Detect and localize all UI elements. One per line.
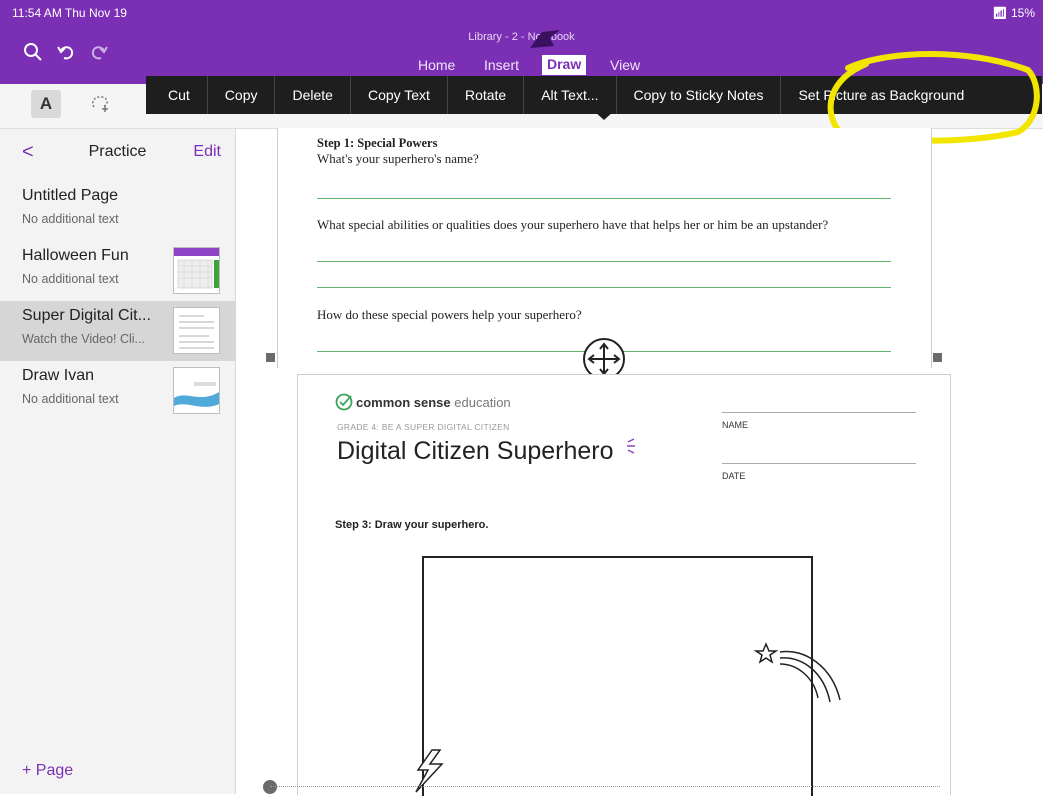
annotation-arrow-icon: [530, 30, 560, 48]
lasso-select-icon[interactable]: [88, 93, 112, 117]
page-item-title: Draw Ivan: [22, 367, 95, 384]
page-item-subtitle: Watch the Video! Cli...: [22, 332, 145, 346]
tab-view[interactable]: View: [610, 57, 640, 73]
page-list-sidebar: < Practice Edit Untitled Page No additio…: [0, 129, 236, 794]
step1-title: Step 1: Special Powers: [317, 136, 438, 150]
text-tool-button[interactable]: A: [31, 90, 61, 118]
edit-button[interactable]: Edit: [193, 143, 221, 161]
checkmark-logo-icon: [335, 393, 353, 411]
menu-cut[interactable]: Cut: [146, 76, 207, 114]
page-item-subtitle: No additional text: [22, 272, 119, 286]
page-item-subtitle: No additional text: [22, 392, 119, 406]
menu-copy-text[interactable]: Copy Text: [349, 76, 447, 114]
page-thumbnail: [173, 307, 220, 354]
battery-level: 15%: [1010, 6, 1035, 20]
page-item-untitled[interactable]: Untitled Page No additional text: [0, 181, 235, 241]
add-page-button[interactable]: + Page: [22, 762, 73, 780]
form-line: [722, 463, 916, 464]
menu-copy[interactable]: Copy: [206, 76, 275, 114]
name-label: NAME: [722, 420, 749, 430]
menu-copy-to-sticky-notes[interactable]: Copy to Sticky Notes: [615, 76, 781, 114]
wifi-icon: 📶︎: [992, 6, 1008, 20]
page-item-halloween-fun[interactable]: Halloween Fun No additional text: [0, 241, 235, 301]
form-line: [722, 412, 916, 413]
tab-home[interactable]: Home: [418, 57, 455, 73]
page-thumbnail: [173, 247, 220, 294]
question-superhero-name: What's your superhero's name?: [317, 151, 479, 166]
menu-alt-text[interactable]: Alt Text...: [523, 76, 615, 114]
answer-line: [317, 287, 891, 288]
answer-line: [317, 261, 891, 262]
selection-bottom-edge: [270, 786, 940, 788]
worksheet-title: Digital Citizen Superhero: [337, 437, 638, 466]
brand-name: common sense education: [356, 395, 511, 410]
page-item-super-digital-citizen[interactable]: Super Digital Cit... Watch the Video! Cl…: [0, 301, 235, 361]
status-battery: 📶︎ 15%: [992, 6, 1035, 20]
page-thumbnail: [173, 367, 220, 414]
sidebar-header: < Practice Edit: [0, 129, 235, 173]
context-menu-pointer: [595, 112, 613, 120]
tab-insert[interactable]: Insert: [484, 57, 519, 73]
resize-handle[interactable]: [266, 353, 275, 362]
menu-delete[interactable]: Delete: [274, 76, 349, 114]
page-item-subtitle: No additional text: [22, 212, 119, 226]
page-item-draw-ivan[interactable]: Draw Ivan No additional text: [0, 361, 235, 421]
shooting-star-icon: [754, 642, 841, 703]
grade-label: GRADE 4: BE A SUPER DIGITAL CITIZEN: [337, 422, 510, 432]
menu-rotate[interactable]: Rotate: [446, 76, 523, 114]
answer-line: [317, 198, 891, 199]
resize-handle[interactable]: [933, 353, 942, 362]
page-item-title: Super Digital Cit...: [22, 307, 151, 324]
sparkle-icon: [627, 438, 636, 454]
page-item-title: Halloween Fun: [22, 247, 129, 264]
step3-label: Step 3: Draw your superhero.: [335, 519, 489, 531]
question-special-powers-help: How do these special powers help your su…: [317, 307, 582, 322]
status-time: 11:54 AM Thu Nov 19: [12, 6, 127, 20]
question-special-abilities: What special abilities or qualities does…: [317, 217, 829, 232]
date-label: DATE: [722, 471, 746, 481]
tab-draw[interactable]: Draw: [542, 55, 587, 75]
page-item-title: Untitled Page: [22, 187, 119, 204]
